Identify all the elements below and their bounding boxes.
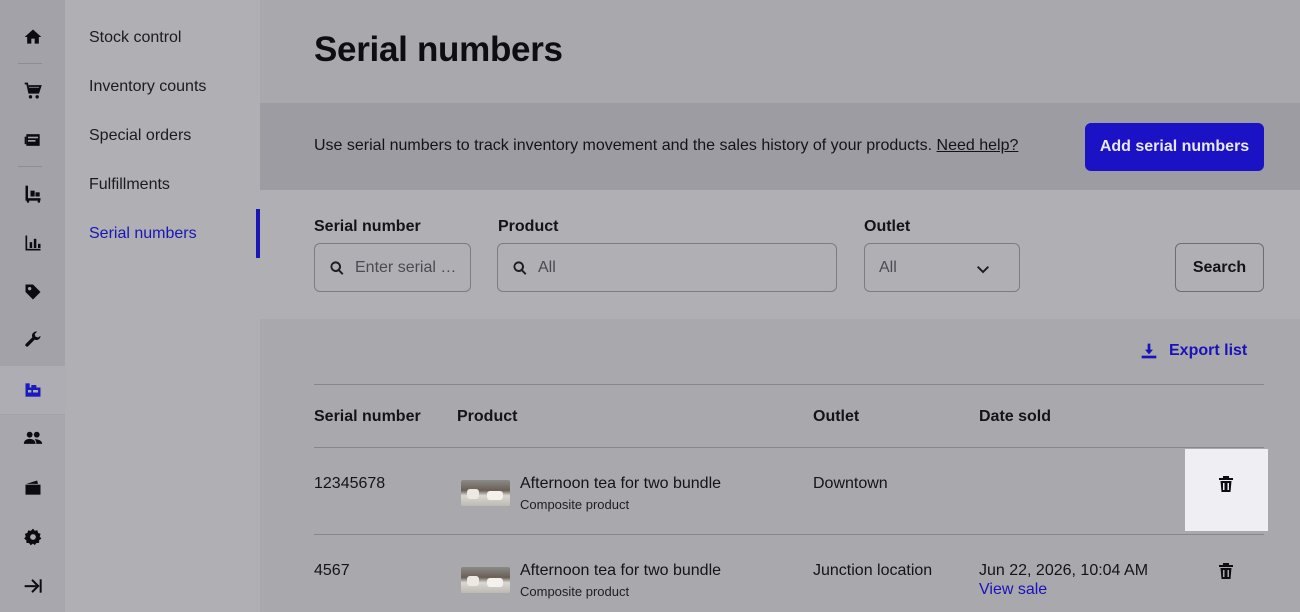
cart-icon[interactable] [0, 67, 65, 115]
date-sold-cell: Jun 22, 2026, 10:04 AM [979, 562, 1149, 579]
table-top-divider [314, 384, 1264, 385]
delete-serial-button[interactable] [1219, 563, 1233, 579]
download-icon [1141, 343, 1157, 359]
export-list-button[interactable]: Export list [1141, 342, 1247, 360]
rail-divider [18, 63, 42, 64]
rail-divider [18, 166, 42, 167]
search-icon [513, 260, 527, 275]
product-label: Product [498, 218, 559, 235]
serial-number-cell: 4567 [314, 562, 350, 579]
column-header-date-sold: Date sold [979, 408, 1052, 425]
subnav-item-serial-numbers[interactable]: Serial numbers [89, 225, 197, 243]
header-divider [314, 447, 1264, 448]
outlet-cell: Downtown [813, 475, 888, 492]
serial-number-label: Serial number [314, 218, 421, 235]
serial-number-cell: 12345678 [314, 475, 386, 492]
column-header-serial-number: Serial number [314, 408, 421, 425]
row-divider [314, 534, 1264, 535]
tag-icon[interactable] [0, 268, 65, 316]
collapse-icon[interactable] [0, 562, 65, 610]
subnav-item-special-orders[interactable]: Special orders [89, 127, 191, 145]
view-sale-link[interactable]: View sale [979, 581, 1047, 599]
product-name[interactable]: Afternoon tea for two bundle [520, 475, 721, 493]
product-thumbnail [461, 480, 510, 506]
product-value: All [538, 258, 556, 276]
reports-icon[interactable] [0, 219, 65, 267]
product-input[interactable]: All [497, 243, 837, 292]
inventory-icon[interactable] [0, 170, 65, 218]
serial-numbers-icon[interactable] [0, 366, 65, 414]
add-serial-numbers-button[interactable]: Add serial numbers [1085, 123, 1264, 171]
settings-icon[interactable] [0, 513, 65, 561]
search-icon [330, 260, 344, 275]
wallet-icon[interactable] [0, 464, 65, 512]
page-title: Serial numbers [314, 30, 563, 69]
banner-text: Use serial numbers to track inventory mo… [314, 137, 933, 154]
product-type: Composite product [520, 497, 630, 512]
trash-icon [1219, 563, 1233, 579]
subnav-item-inventory-counts[interactable]: Inventory counts [89, 78, 206, 96]
delete-serial-button[interactable] [1219, 476, 1233, 492]
subnav-item-stock-control[interactable]: Stock control [89, 29, 181, 47]
trash-icon [1219, 476, 1233, 492]
outlet-select[interactable]: All [864, 243, 1020, 292]
column-header-outlet: Outlet [813, 408, 860, 425]
product-type: Composite product [520, 584, 630, 599]
outlet-value: All [879, 258, 897, 276]
home-icon[interactable] [0, 13, 65, 61]
export-list-label: Export list [1169, 342, 1248, 359]
product-thumbnail [461, 567, 510, 593]
chevron-down-icon [977, 266, 989, 274]
customers-icon[interactable] [0, 414, 65, 462]
subnav-item-fulfillments[interactable]: Fulfillments [89, 176, 170, 194]
banner-description: Use serial numbers to track inventory mo… [314, 137, 1018, 155]
need-help-link[interactable]: Need help? [937, 137, 1019, 154]
column-header-product: Product [457, 408, 518, 425]
wrench-icon[interactable] [0, 316, 65, 364]
serial-number-placeholder: Enter serial … [355, 258, 457, 276]
outlet-cell: Junction location [813, 562, 933, 579]
catalog-icon[interactable] [0, 116, 65, 164]
serial-number-input[interactable]: Enter serial … [314, 243, 471, 292]
product-name[interactable]: Afternoon tea for two bundle [520, 562, 721, 580]
outlet-label: Outlet [864, 218, 911, 235]
search-button[interactable]: Search [1175, 243, 1264, 292]
